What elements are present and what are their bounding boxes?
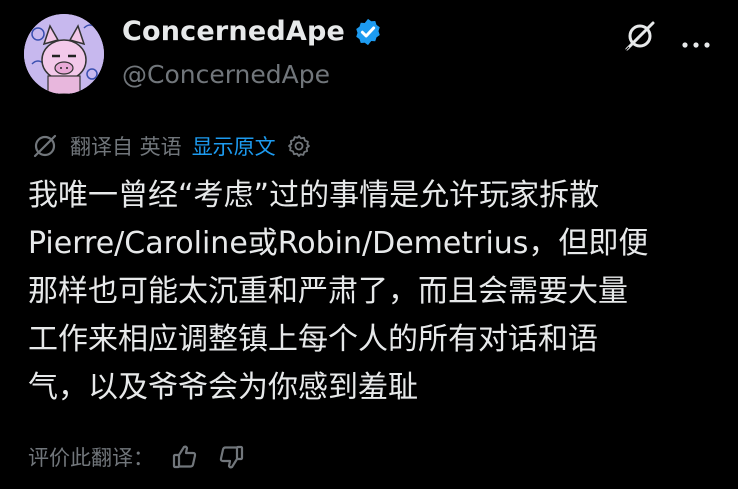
display-name[interactable]: ConcernedApe [122,16,345,47]
translation-bar: 翻译自 英语 显示原文 [32,131,312,161]
tweet-text-line: 气，以及爷爷会为你感到羞耻 [28,370,418,405]
tweet-text: 我唯一曾经“考虑”过的事情是允许玩家拆散 Pierre/Caroline或Rob… [28,172,728,412]
tweet-text-line: Pierre/Caroline或Robin/Demetrius，但即便 [28,226,649,261]
thumbs-up-icon[interactable] [170,442,200,472]
thumbs-down-icon[interactable] [216,442,246,472]
grok-icon[interactable] [622,18,658,54]
translated-from-label: 翻译自 英语 [70,135,182,159]
name-row: ConcernedApe [122,16,383,47]
tweet-text-line: 我唯一曾经“考虑”过的事情是允许玩家拆散 [28,178,600,213]
verified-badge-icon [353,17,383,47]
rate-translation-bar: 评价此翻译： [28,442,246,472]
translate-icon [32,133,58,159]
tweet-text-line: 工作来相应调整镇上每个人的所有对话和语 [28,322,598,357]
settings-gear-icon[interactable] [286,133,312,159]
avatar[interactable] [24,14,104,94]
show-original-link[interactable]: 显示原文 [192,131,276,161]
tweet-header: ConcernedApe @ConcernedApe [0,0,738,120]
tweet-text-line: 那样也可能太沉重和严肃了，而且会需要大量 [28,274,628,309]
user-handle[interactable]: @ConcernedApe [122,60,330,89]
rate-translation-label: 评价此翻译： [28,446,154,470]
more-icon[interactable] [680,34,712,48]
